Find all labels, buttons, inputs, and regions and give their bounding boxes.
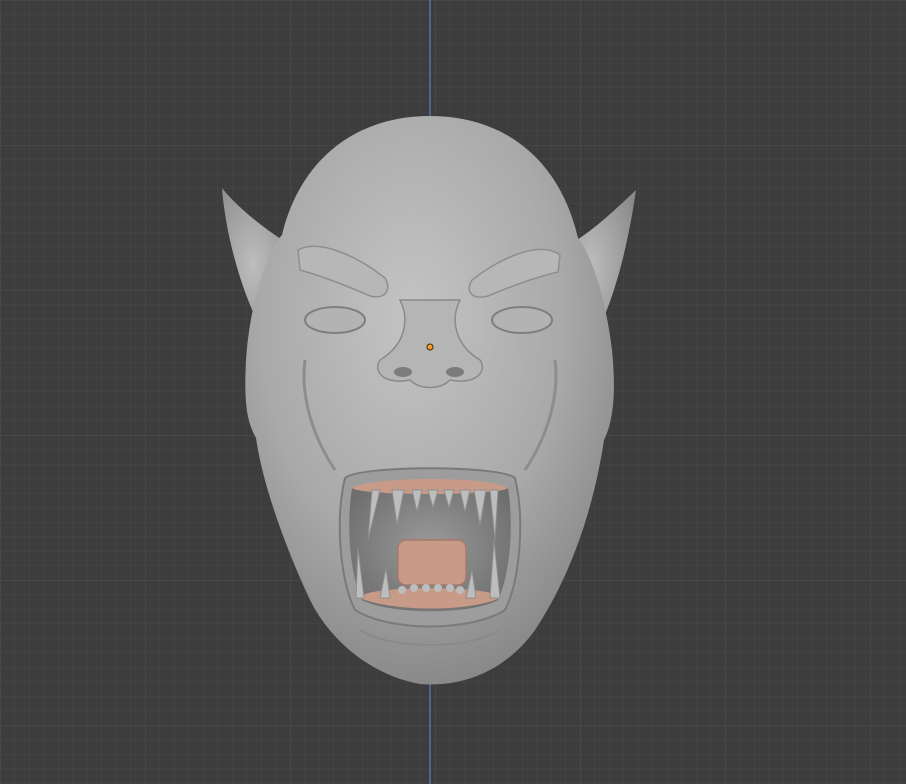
right-nostril <box>446 367 464 377</box>
lower-tooth <box>456 586 464 594</box>
lower-tooth <box>410 584 418 592</box>
left-eye <box>304 306 366 334</box>
object-origin-point <box>426 343 434 351</box>
lower-tooth <box>434 584 442 592</box>
tongue <box>397 539 467 586</box>
right-eye <box>491 306 553 334</box>
lower-tooth <box>422 584 430 592</box>
left-nostril <box>394 367 412 377</box>
3d-viewport[interactable] <box>0 0 906 784</box>
viewport-canvas[interactable] <box>0 0 906 784</box>
lower-tooth <box>398 586 406 594</box>
lower-tooth <box>446 584 454 592</box>
